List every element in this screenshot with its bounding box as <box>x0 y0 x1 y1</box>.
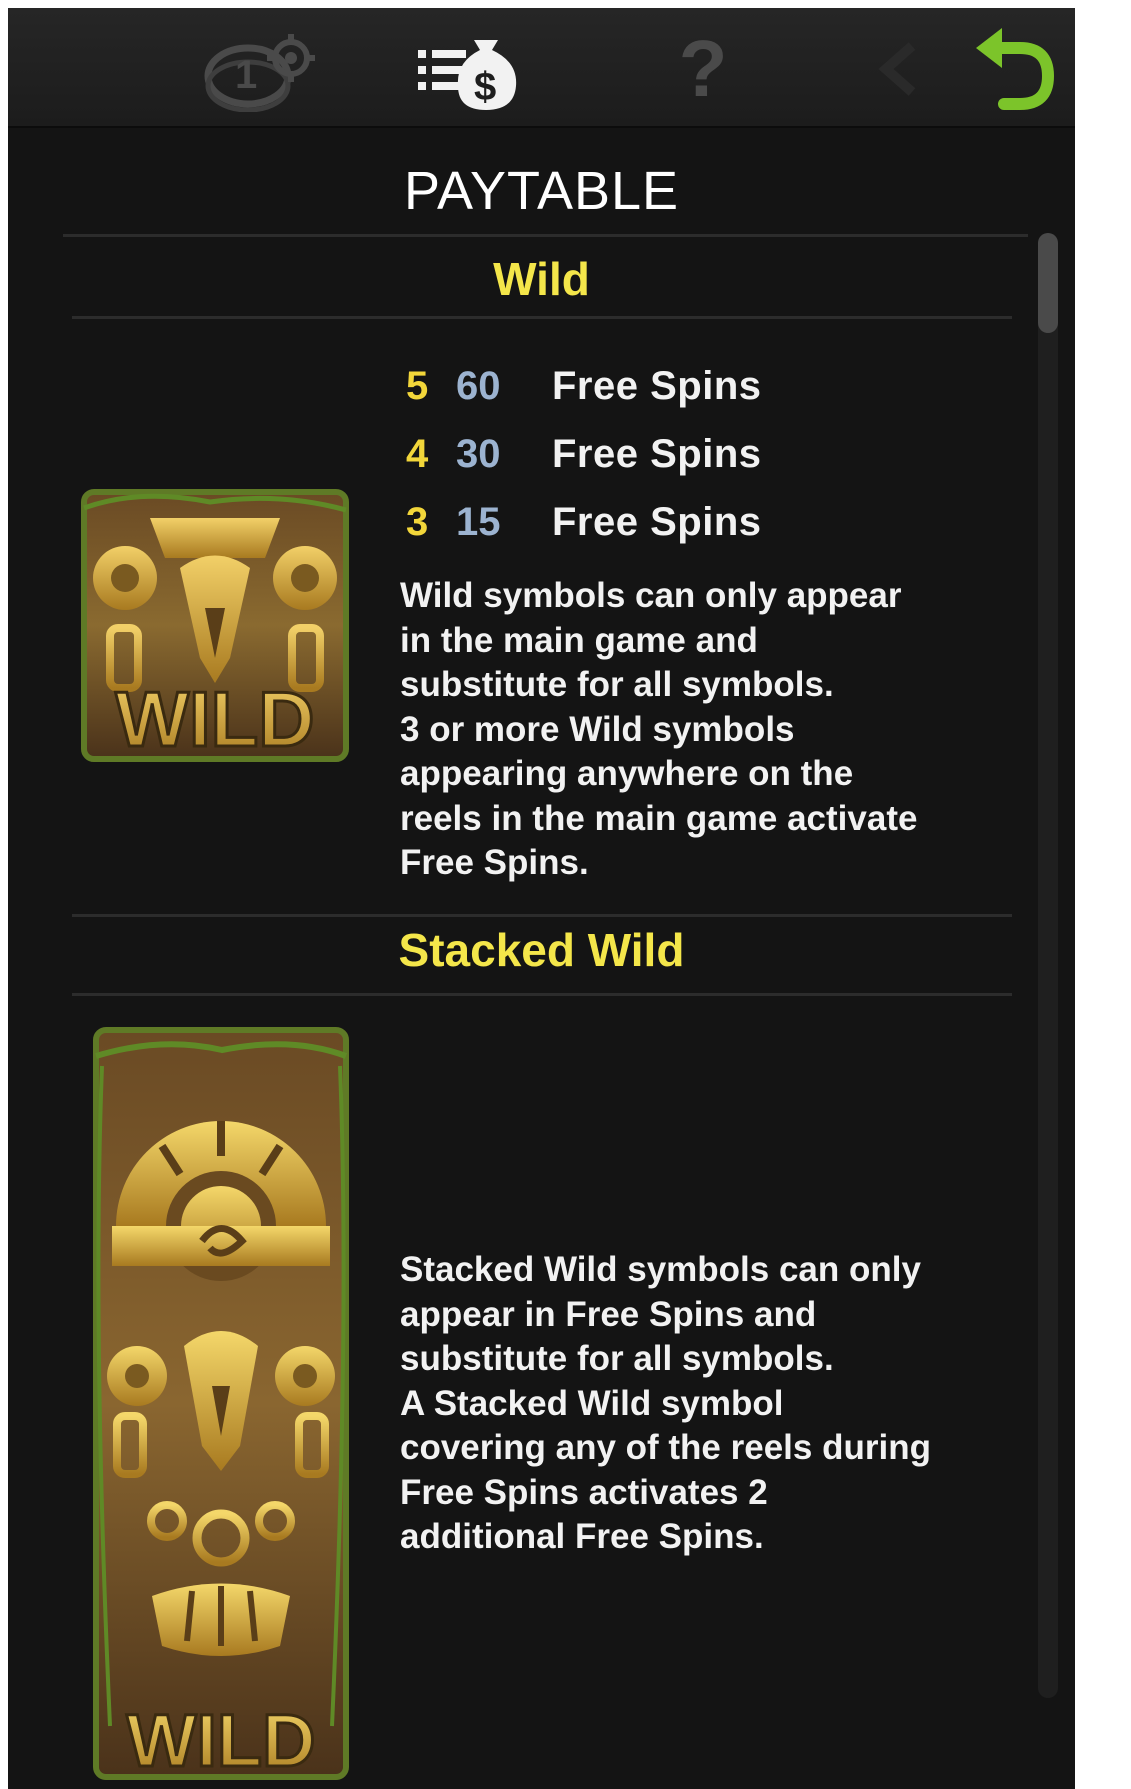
divider <box>72 316 1012 319</box>
pay-label: Free Spins <box>552 363 762 408</box>
pay-row: 3 15 Free Spins <box>406 494 762 550</box>
scrollbar-thumb[interactable] <box>1038 233 1058 333</box>
wild-symbol: WILD <box>80 488 350 765</box>
page-margin <box>1075 0 1131 1789</box>
paytable-icon[interactable]: $ <box>416 26 526 112</box>
pay-row: 4 30 Free Spins <box>406 426 762 482</box>
pay-count: 4 <box>406 431 429 476</box>
paytable-screen: 1 $ ? PAYTABLE Wild 5 60 Free Spins 4 30… <box>8 8 1075 1789</box>
pay-value: 60 <box>456 363 501 408</box>
wild-symbol-label: WILD <box>115 675 314 763</box>
toolbar: 1 $ ? <box>8 8 1075 128</box>
scrollbar[interactable] <box>1038 233 1058 1698</box>
divider <box>63 234 1028 237</box>
divider <box>72 914 1012 917</box>
pay-count: 5 <box>406 363 429 408</box>
pay-row: 5 60 Free Spins <box>406 358 762 414</box>
pay-label: Free Spins <box>552 499 762 544</box>
pay-count: 3 <box>406 499 429 544</box>
pay-value: 30 <box>456 431 501 476</box>
stacked-wild-symbol: WILD <box>92 1026 350 1784</box>
help-glyph: ? <box>678 24 728 113</box>
divider <box>72 993 1012 996</box>
pay-value: 15 <box>456 499 501 544</box>
svg-text:$: $ <box>474 65 496 109</box>
autoplay-settings-icon[interactable]: 1 <box>193 26 323 112</box>
stacked-wild-symbol-label: WILD <box>126 1699 315 1781</box>
autoplay-digit: 1 <box>235 53 257 97</box>
stacked-wild-description: Stacked Wild symbols can only appear in … <box>400 1250 931 1556</box>
return-icon[interactable] <box>968 26 1058 112</box>
section-title-wild: Wild <box>493 253 590 305</box>
wild-description: Wild symbols can only appear in the main… <box>400 576 918 882</box>
back-icon[interactable] <box>868 26 928 112</box>
page-title: PAYTABLE <box>403 161 680 221</box>
section-title-stacked-wild: Stacked Wild <box>398 924 685 976</box>
help-icon[interactable]: ? <box>663 24 743 113</box>
pay-label: Free Spins <box>552 431 762 476</box>
